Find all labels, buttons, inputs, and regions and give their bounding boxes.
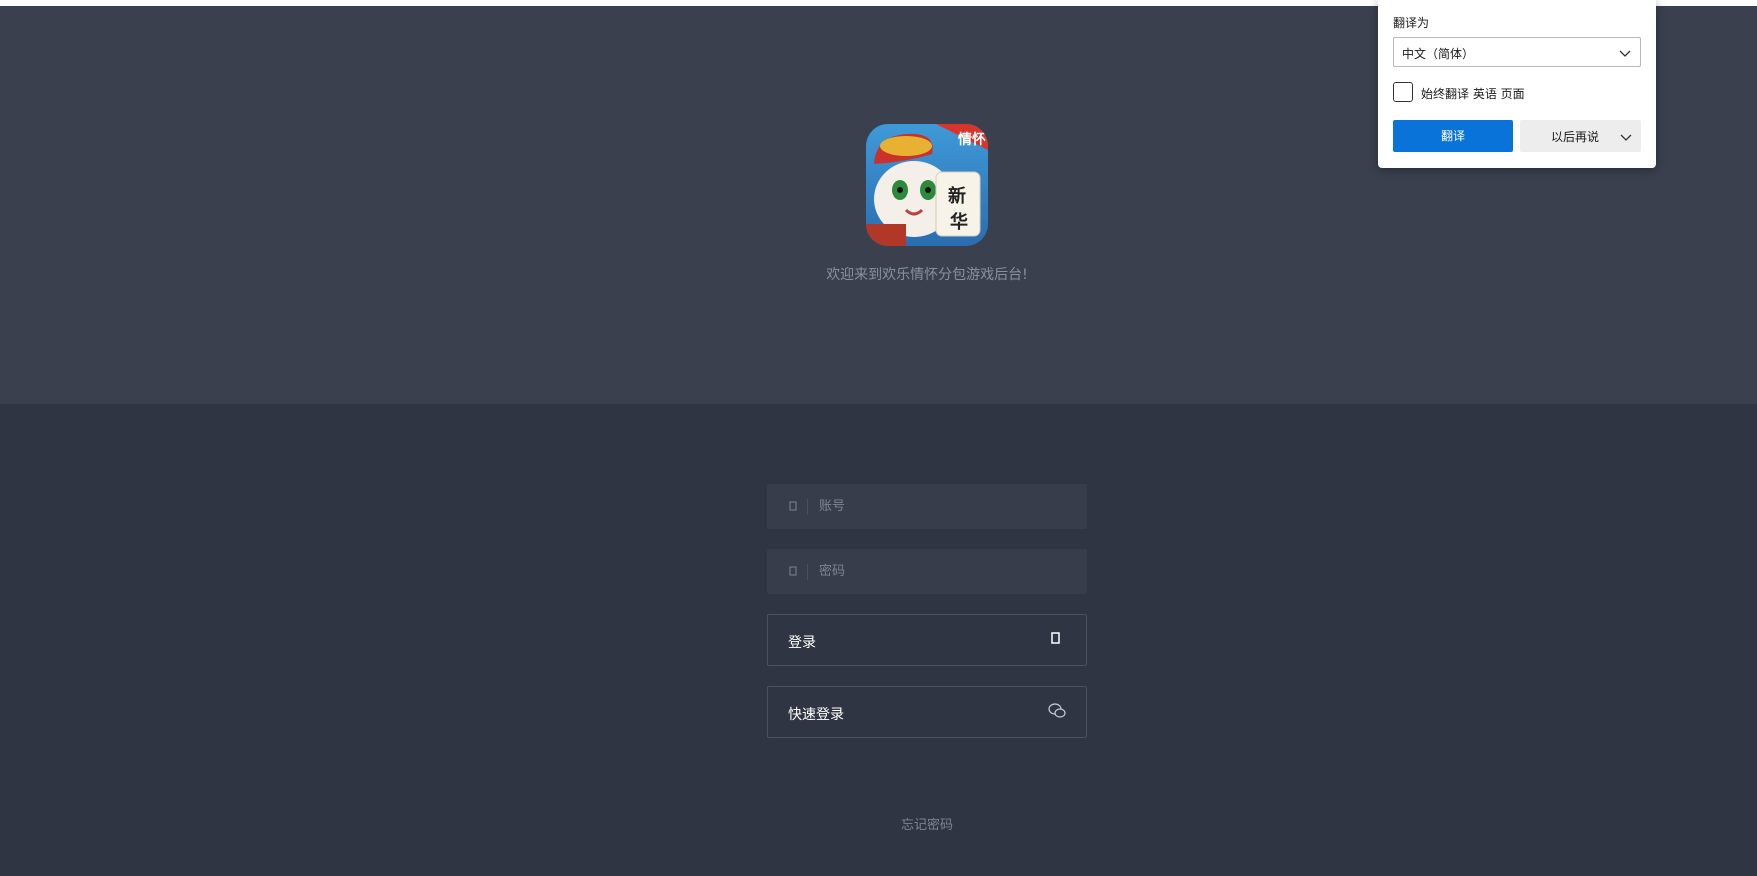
translate-popup: 翻译为 中文（简体） 始终翻译 英语 页面 翻译 以后再说 [1378,0,1656,168]
translate-popup-title: 翻译为 [1393,16,1430,30]
login-button[interactable]: 登录 [767,614,1087,666]
chevron-down-icon[interactable] [1619,129,1633,143]
forgot-password-link[interactable]: 忘记密码 [827,814,1027,833]
not-now-button[interactable]: 以后再说 [1520,120,1641,152]
account-input[interactable] [819,484,1079,529]
field-separator [807,564,808,580]
field-separator [807,499,808,515]
logo-tile-char-1: 新 [948,185,966,207]
user-icon [785,498,801,514]
account-field[interactable] [767,484,1087,529]
logo-tile-char-2: 华 [950,211,968,233]
quick-login-button[interactable]: 快速登录 [767,686,1087,738]
square-icon [1048,631,1064,647]
wechat-icon [1048,703,1066,719]
language-select[interactable]: 中文（简体） [1393,37,1641,67]
game-logo: 情怀 新 华 [866,124,988,246]
welcome-text: 欢迎来到欢乐情怀分包游戏后台! [826,267,1028,283]
password-input[interactable] [819,549,1079,594]
chevron-down-icon [1618,45,1632,59]
game-logo-art: 情怀 新 华 [866,124,988,246]
password-field[interactable] [767,549,1087,594]
language-select-value: 中文（简体） [1402,47,1475,61]
not-now-label: 以后再说 [1551,130,1600,144]
logo-badge-text: 情怀 [958,131,986,148]
translate-button[interactable]: 翻译 [1393,120,1513,152]
always-translate-label: 始终翻译 英语 页面 [1421,87,1525,101]
always-translate-checkbox[interactable] [1393,82,1413,102]
lock-icon [785,563,801,579]
quick-login-button-label: 快速登录 [788,707,844,723]
login-button-label: 登录 [788,635,816,651]
